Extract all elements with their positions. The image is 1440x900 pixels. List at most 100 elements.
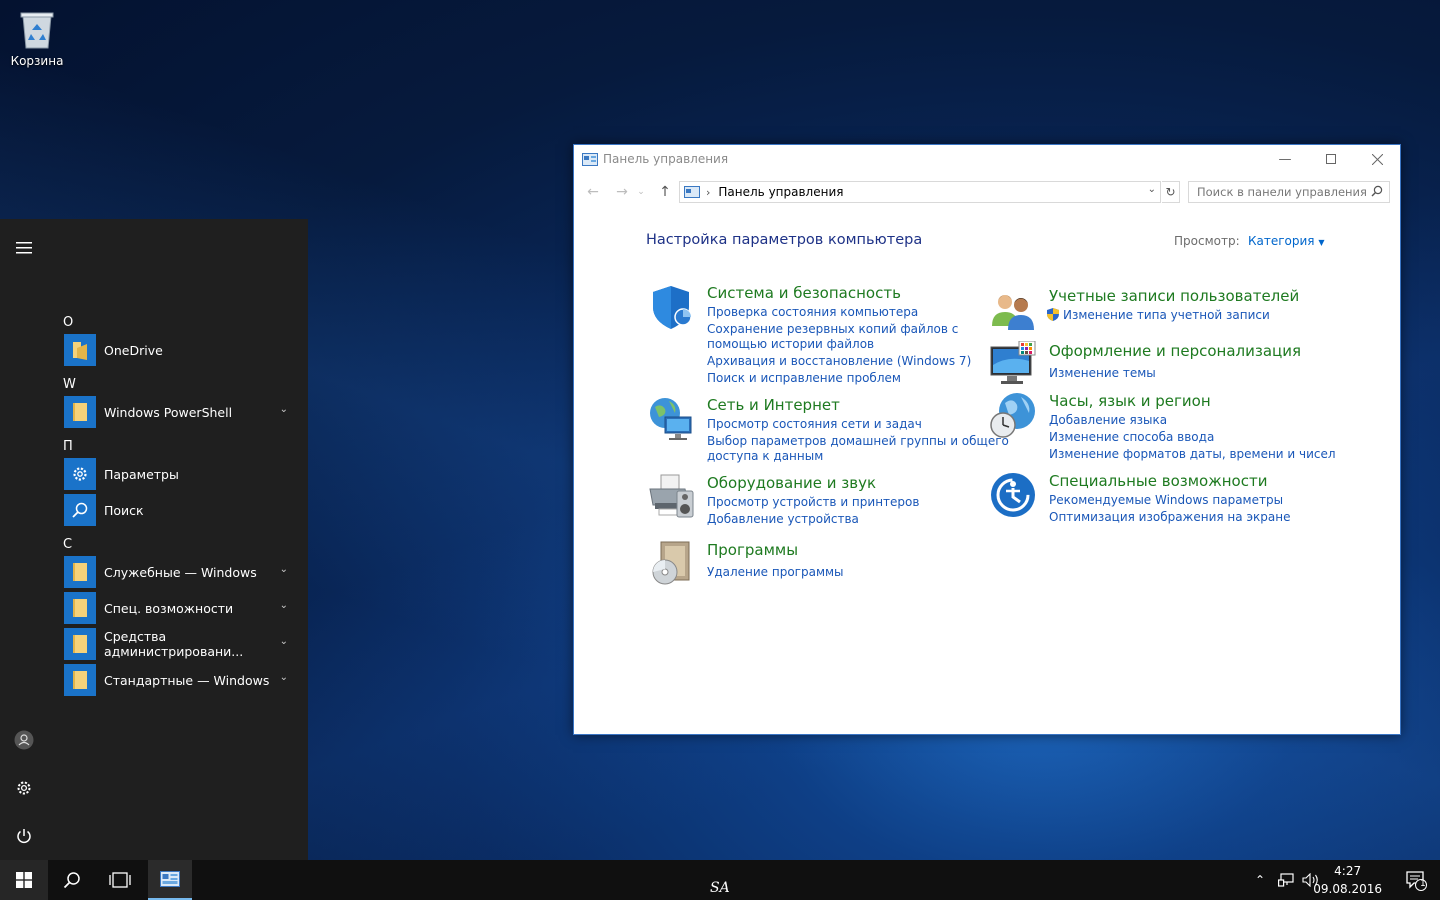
hamburger-icon [16,242,32,254]
link[interactable]: Оптимизация изображения на экране [1049,509,1290,525]
chevron-up-icon: ⌃ [1254,873,1266,887]
link[interactable]: Изменение типа учетной записи [1063,308,1270,322]
folder-icon [64,628,96,660]
appearance-icon [990,341,1036,384]
recycle-bin[interactable]: Корзина [8,8,66,68]
link[interactable]: Просмотр состояния сети и задач [707,416,1009,432]
arrow-left-icon: ← [587,184,599,200]
onedrive-icon [64,334,96,366]
show-hidden-icons-button[interactable]: ⌃ [1252,873,1268,887]
link[interactable]: Выбор параметров домашней группы и общег… [707,433,1009,449]
category-title[interactable]: Сеть и Интернет [707,395,1009,415]
category-title[interactable]: Часы, язык и регион [1049,391,1336,411]
category-title[interactable]: Система и безопасность [707,283,971,303]
maximize-icon [1326,154,1336,164]
clock-date: 09.08.2016 [1313,882,1382,896]
back-button[interactable]: ← [582,182,604,202]
link[interactable]: Архивация и восстановление (Windows 7) [707,353,971,369]
chevron-down-icon[interactable]: ⌄ [280,636,288,647]
notifications-count: 1 [1420,879,1426,889]
taskbar-control-panel[interactable] [148,860,192,900]
link[interactable]: доступа к данным [707,448,1009,464]
app-accessibility[interactable]: Спец. возможности ⌄ [48,590,308,626]
section-letter-p[interactable]: П [48,438,308,456]
link[interactable]: Сохранение резервных копий файлов с [707,321,971,337]
minimize-button[interactable]: — [1262,145,1308,173]
start-button[interactable] [0,860,48,900]
link[interactable]: Поиск и исправление проблем [707,370,971,386]
category-title[interactable]: Оборудование и звук [707,473,919,493]
power-button[interactable] [0,814,48,858]
windows-logo-icon [16,872,32,888]
app-search[interactable]: Поиск [48,492,308,528]
action-center-button[interactable]: 1 [1392,860,1440,900]
network-globe-icon [650,398,692,440]
section-letter-o[interactable]: O [48,314,308,332]
app-windows-system[interactable]: Служебные — Windows ⌄ [48,554,308,590]
arrow-right-icon: → [616,184,628,200]
search-placeholder: Поиск в панели управления [1197,185,1367,199]
system-tray: ⌃ [1252,860,1320,900]
folder-icon [64,556,96,588]
link[interactable]: Проверка состояния компьютера [707,304,971,320]
chevron-down-icon[interactable]: ⌄ [280,564,288,575]
section-letter-s[interactable]: С [48,536,308,554]
app-windows-accessories[interactable]: Стандартные — Windows ⌄ [48,662,308,698]
settings-button[interactable] [0,766,48,810]
programs-icon [652,541,690,585]
link[interactable]: Просмотр устройств и принтеров [707,494,919,510]
link[interactable]: Добавление устройства [707,511,919,527]
forward-button[interactable]: → [611,182,633,202]
navigation-bar: ← → ⌄ ↑ › Панель управления ⌄ ↻ Поиск в … [574,179,1402,205]
link[interactable]: Изменение темы [1049,365,1301,381]
app-label: OneDrive [104,342,163,358]
chevron-down-icon[interactable]: ⌄ [280,600,288,611]
link[interactable]: Изменение способа ввода [1049,429,1336,445]
link[interactable]: помощью истории файлов [707,336,971,352]
clock[interactable]: 4:27 09.08.2016 [1313,862,1382,898]
close-button[interactable] [1354,145,1400,173]
app-windows-powershell[interactable]: Windows PowerShell ⌄ [48,394,308,430]
maximize-button[interactable] [1308,145,1354,173]
breadcrumb-control-panel[interactable]: Панель управления [718,185,843,199]
link[interactable]: Рекомендуемые Windows параметры [1049,492,1290,508]
search-icon [1371,185,1383,200]
task-view-button[interactable] [96,860,144,900]
address-bar[interactable]: › Панель управления ⌄ [679,181,1161,203]
chevron-down-icon[interactable]: ⌄ [280,672,288,683]
link[interactable]: Удаление программы [707,564,844,580]
start-menu: O OneDrive W Windows PowerShell ⌄ П Пара… [0,219,308,860]
link[interactable]: Изменение форматов даты, времени и чисел [1049,446,1336,462]
app-settings[interactable]: Параметры [48,456,308,492]
category-title[interactable]: Специальные возможности [1049,471,1290,491]
category-title[interactable]: Оформление и персонализация [1049,341,1301,361]
link[interactable]: Добавление языка [1049,412,1336,428]
user-account-button[interactable] [0,718,48,762]
refresh-button[interactable]: ↻ [1162,181,1180,203]
link-with-shield[interactable]: Изменение типа учетной записи [1047,307,1299,323]
chevron-down-icon[interactable]: ⌄ [280,404,288,415]
network-icon[interactable] [1278,873,1294,887]
recycle-bin-label: Корзина [10,54,64,68]
gear-icon [17,781,31,795]
category-title[interactable]: Учетные записи пользователей [1049,286,1299,306]
search-input[interactable]: Поиск в панели управления [1188,181,1390,203]
app-label: Спец. возможности [104,600,234,616]
recent-locations-button[interactable]: ⌄ [634,182,648,202]
folder-icon [64,664,96,696]
page-title: Настройка параметров компьютера [646,232,923,248]
app-onedrive[interactable]: OneDrive [48,332,308,368]
control-panel-icon [684,186,700,198]
refresh-icon: ↻ [1165,185,1176,199]
hamburger-menu-button[interactable] [0,226,48,270]
chevron-down-icon[interactable]: ⌄ [1148,184,1156,195]
category-title[interactable]: Программы [707,540,844,560]
app-admin-tools[interactable]: Средства администрировани... ⌄ [48,626,308,662]
up-button[interactable]: ↑ [654,182,676,202]
control-panel-icon [582,152,598,166]
view-by-dropdown[interactable]: Категория ▼ [1248,234,1325,248]
title-bar[interactable]: Панель управления — [574,145,1400,173]
section-letter-w[interactable]: W [48,376,308,394]
taskbar-search-button[interactable] [48,860,96,900]
shield-icon [653,286,692,329]
